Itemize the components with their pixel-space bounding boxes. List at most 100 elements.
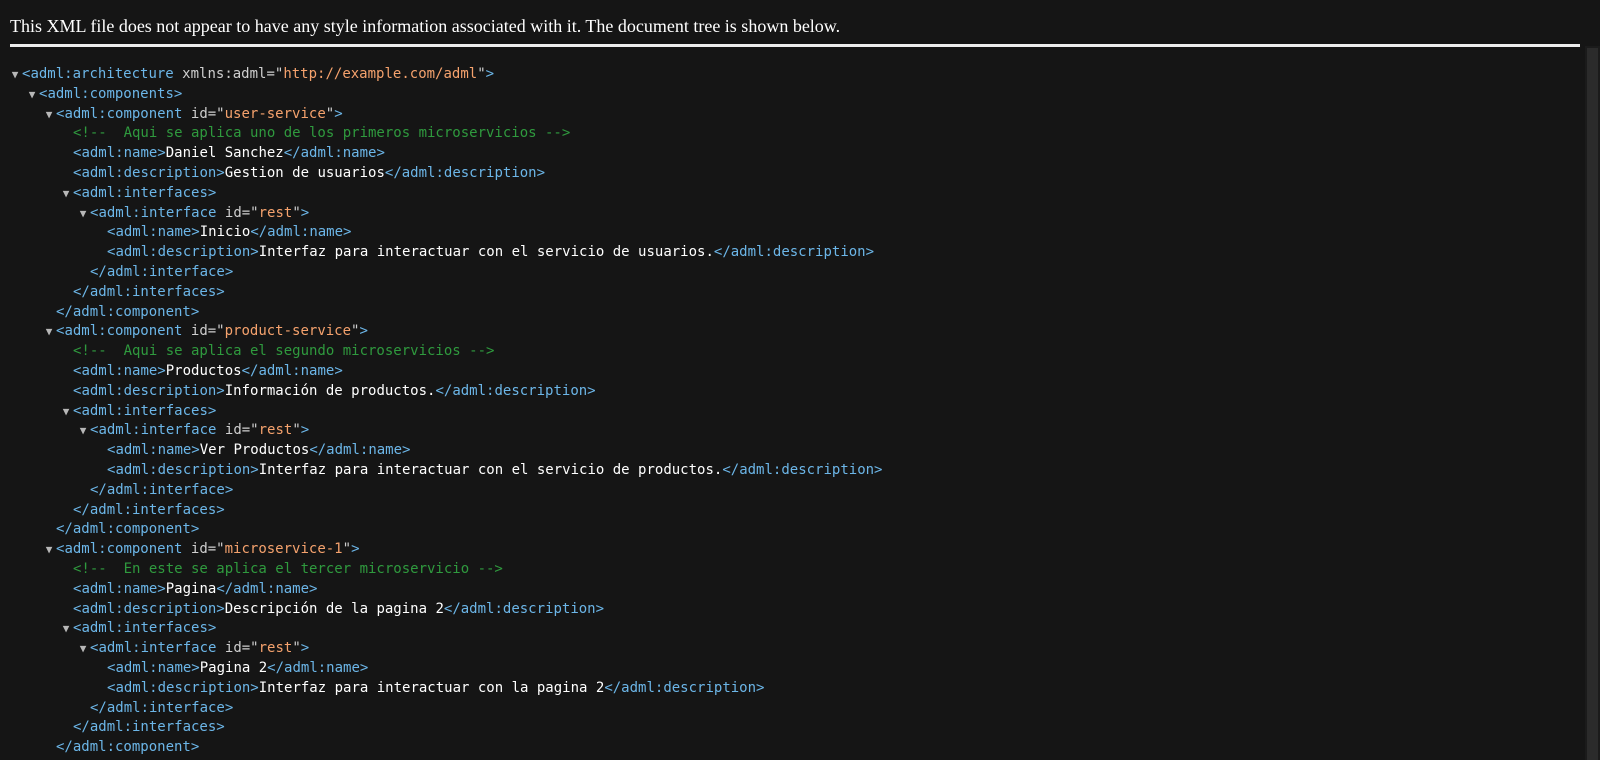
collapse-triangle-icon[interactable]: ▼: [60, 619, 72, 639]
attr-quote: ": [292, 422, 301, 439]
xml-line-content: </adml:interfaces>: [73, 718, 225, 738]
collapse-triangle-icon[interactable]: ▼: [77, 204, 89, 224]
open-tag-name: adml:name: [115, 442, 192, 459]
xml-line: </adml:interface>: [0, 481, 1580, 501]
xml-line: ▼ <adml:interfaces>: [0, 619, 1580, 639]
xml-line-content: <adml:interface id="rest">: [90, 421, 309, 441]
tag-bracket: >: [250, 679, 259, 696]
collapse-triangle-icon[interactable]: ▼: [77, 421, 89, 441]
xml-line-content: <adml:description>Información de product…: [73, 382, 596, 402]
xml-line: </adml:interface>: [0, 263, 1580, 283]
tag-bracket: >: [309, 580, 318, 597]
tag-bracket: >: [224, 699, 234, 716]
close-tag-name: adml:description: [452, 382, 588, 399]
attr-name: id: [224, 640, 242, 657]
tag-bracket: >: [300, 640, 310, 657]
tag-bracket: >: [536, 164, 546, 181]
tag-bracket: >: [756, 679, 765, 696]
xml-line-content: <!-- Aqui se aplica uno de los primeros …: [73, 124, 570, 144]
tag-bracket: </: [250, 224, 268, 241]
xml-line-content: <adml:component id="microservice-1">: [56, 540, 360, 560]
open-tag-name: adml:name: [115, 224, 192, 241]
close-tag-name: adml:name: [326, 442, 403, 459]
xml-line: <adml:name>Inicio</adml:name>: [0, 223, 1580, 243]
xml-line: </adml:interfaces>: [0, 718, 1580, 738]
close-tag-name: adml:description: [739, 461, 875, 478]
tag-bracket: </: [604, 679, 622, 696]
tag-name: adml:interface: [106, 481, 225, 498]
open-tag-name: adml:description: [81, 600, 217, 617]
xml-line-content: <adml:description>Gestion de usuarios</a…: [73, 164, 545, 184]
tag-bracket: >: [334, 105, 343, 122]
xml-line-content: <adml:component id="product-service">: [56, 322, 368, 342]
xml-line: </adml:interface>: [0, 699, 1580, 719]
element-text: Pagina 2: [199, 659, 268, 676]
attr-value: user-service: [224, 105, 326, 122]
xml-line: ▼ <adml:component id="microservice-1">: [0, 540, 1580, 560]
tag-bracket: </: [241, 362, 259, 379]
attr-space: [182, 106, 190, 122]
tag-name: adml:component: [64, 105, 183, 122]
xml-line: ▼ <adml:interfaces>: [0, 402, 1580, 422]
collapse-triangle-icon[interactable]: ▼: [43, 322, 55, 342]
collapse-triangle-icon[interactable]: ▼: [43, 540, 55, 560]
xml-comment: <!-- Aqui se aplica el segundo microserv…: [73, 343, 495, 360]
xml-line-content: <adml:interface id="rest">: [90, 639, 309, 659]
xml-line: <adml:description>Interfaz para interact…: [0, 243, 1580, 263]
tag-bracket: >: [224, 481, 234, 498]
collapse-triangle-icon[interactable]: ▼: [60, 184, 72, 204]
attr-quote: ": [325, 105, 335, 122]
tag-name: adml:component: [72, 739, 191, 756]
close-tag-name: adml:name: [300, 145, 377, 162]
tag-bracket: >: [874, 461, 883, 478]
collapse-triangle-icon[interactable]: ▼: [77, 639, 89, 659]
tag-bracket: >: [216, 164, 225, 181]
tag-bracket: </: [90, 263, 107, 280]
collapse-triangle-icon[interactable]: ▼: [60, 402, 72, 422]
xml-line: <adml:name>Ver Productos</adml:name>: [0, 441, 1580, 461]
tag-bracket: >: [190, 303, 200, 320]
attr-space: [216, 422, 224, 438]
tag-bracket: </: [443, 600, 461, 617]
xml-line: ▼ <adml:architecture xmlns:adml="http://e…: [0, 65, 1580, 85]
xml-line-content: <adml:name>Daniel Sanchez</adml:name>: [73, 144, 385, 164]
attr-quote: ": [342, 541, 352, 558]
attr-name: id: [224, 204, 242, 221]
element-text: Ver Productos: [199, 442, 310, 459]
collapse-triangle-icon[interactable]: ▼: [43, 105, 55, 125]
xml-line: ▼ <adml:component id="product-service">: [0, 322, 1580, 342]
xml-line: <adml:description>Interfaz para interact…: [0, 679, 1580, 699]
tag-bracket: >: [207, 620, 217, 637]
tag-bracket: </: [56, 303, 73, 320]
collapse-triangle-icon[interactable]: ▼: [9, 65, 21, 85]
collapse-triangle-icon[interactable]: ▼: [26, 85, 38, 105]
attr-space: [216, 205, 224, 221]
tag-bracket: >: [216, 501, 225, 518]
xml-line-content: <adml:description>Interfaz para interact…: [107, 243, 874, 263]
attr-quote: ": [477, 66, 486, 82]
xml-comment: <!-- En este se aplica el tercer microse…: [73, 560, 503, 577]
scrollbar-thumb[interactable]: [1587, 48, 1598, 760]
tag-bracket: >: [191, 659, 200, 676]
tag-bracket: >: [157, 580, 166, 597]
tag-bracket: >: [191, 442, 200, 459]
open-tag-name: adml:description: [115, 679, 251, 696]
element-text: Pagina: [165, 580, 217, 597]
tag-bracket: >: [300, 204, 310, 221]
tag-name: adml:interfaces: [81, 620, 208, 637]
open-tag-name: adml:description: [115, 461, 251, 478]
xml-line-content: <adml:name>Ver Productos</adml:name>: [107, 441, 410, 461]
tag-bracket: >: [250, 461, 259, 478]
xml-line: ▼ <adml:interfaces>: [0, 184, 1580, 204]
xml-line-content: <!-- En este se aplica el tercer microse…: [73, 560, 503, 580]
attr-value: microservice-1: [224, 541, 343, 558]
attr-name: id: [190, 541, 208, 558]
xml-line-content: </adml:component>: [56, 738, 199, 758]
tag-bracket: </: [283, 145, 301, 162]
attr-space: [182, 323, 190, 339]
tag-bracket: </: [90, 481, 107, 498]
tag-bracket: >: [376, 145, 385, 162]
attr-equals: =": [241, 422, 259, 439]
tag-bracket: </: [435, 382, 453, 399]
tag-bracket: >: [216, 283, 225, 300]
